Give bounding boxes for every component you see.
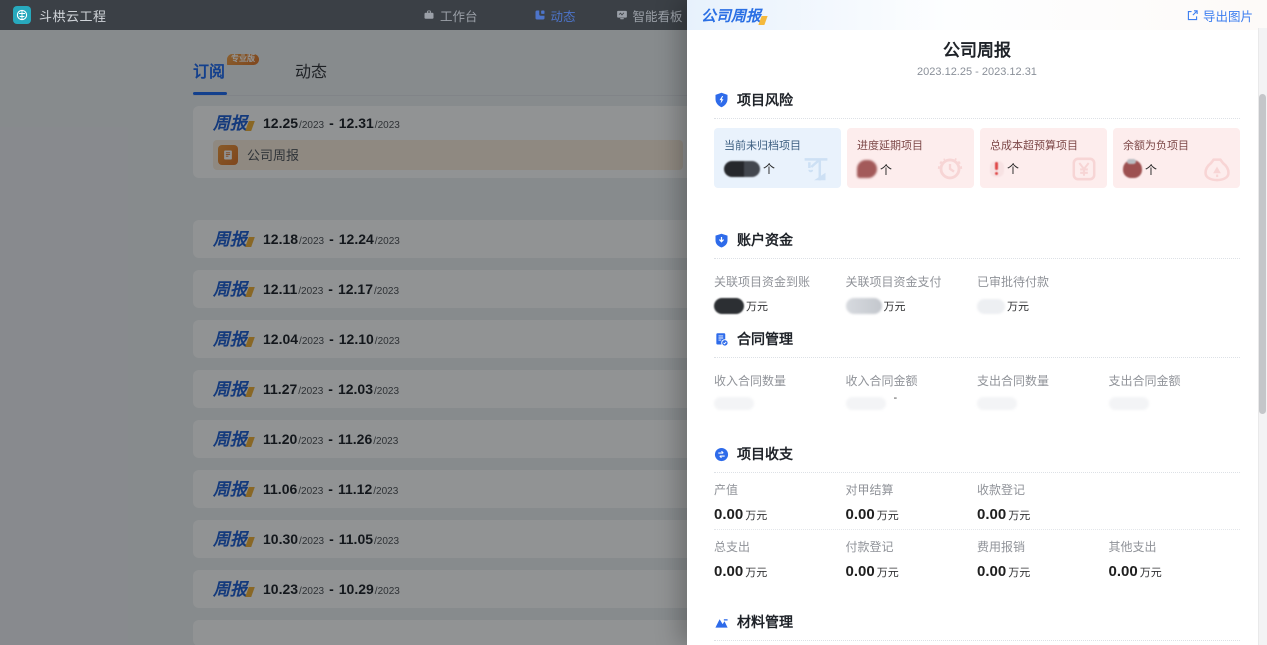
stat-expense-contract-count: 支出合同数量 [977, 372, 1109, 410]
crane-icon [797, 148, 835, 186]
company-weekly-report-drawer: 公司周报 导出图片 公司周报 2023.12.25 - 2023.12.31 项… [687, 0, 1267, 645]
drawer-header: 公司周报 导出图片 [687, 0, 1267, 30]
stat-payment-register: 付款登记 0.00万元 [846, 538, 978, 580]
nav-item-workbench[interactable]: 工作台 [423, 6, 478, 25]
redacted-value [846, 298, 882, 314]
risk-card-schedule-delay: 进度延期项目 个 [847, 128, 974, 188]
shield-icon [714, 92, 729, 108]
balance-income-row: 产值 0.00万元 对甲结算 0.00万元 收款登记 0.00万元 [714, 481, 1240, 523]
nav-menu: 工作台 动态 智能看板 专业版 [423, 0, 720, 30]
moneybag-icon [1200, 152, 1234, 186]
app-window: 斗栱云工程 工作台 动态 智能看板 专业版 [0, 0, 1267, 645]
app-logo-icon [13, 6, 31, 24]
stat-income-contract-amount: 收入合同金额 - [846, 372, 978, 410]
redacted-value [724, 161, 760, 177]
risk-cards: 当前未归档项目 个 进度延期项目 个 总成本超预算项 [714, 128, 1240, 188]
report-title: 公司周报 [687, 36, 1267, 61]
funds-stats: 关联项目资金到账 万元 关联项目资金支付 万元 已审批待付款 万元 [714, 273, 1240, 314]
stat-expense-reimburse: 费用报销 0.00万元 [977, 538, 1109, 580]
balance-expense-row: 总支出 0.00万元 付款登记 0.00万元 费用报销 0.00万元 其他支出 … [714, 538, 1240, 580]
risk-card-negative-balance: 余额为负项目 个 [1113, 128, 1240, 188]
section-project-risk: 项目风险 当前未归档项目 个 进度延期项目 个 [714, 90, 1240, 188]
export-icon [1186, 9, 1199, 22]
section-contract-management: 合同管理 收入合同数量 收入合同金额 - 支出合同数量 [714, 329, 1240, 410]
risk-card-cost-overrun: 总成本超预算项目 个 [980, 128, 1107, 188]
redacted-value [1109, 397, 1149, 410]
drawer-scrollbar-track[interactable] [1258, 28, 1267, 645]
workbench-icon [423, 9, 435, 21]
stat-income-contract-count: 收入合同数量 [714, 372, 846, 410]
stat-expense-contract-amount: 支出合同金额 [1109, 372, 1241, 410]
redacted-value [714, 397, 754, 410]
section-material-management: 材料管理 采购订单数量 0个 采购订单金额 0.00万元 入库单金额 0.00万… [714, 612, 1240, 645]
drawer-scrollbar-thumb[interactable] [1259, 94, 1266, 414]
stat-funds-received: 关联项目资金到账 万元 [714, 273, 846, 314]
material-pile-icon [714, 615, 729, 630]
stat-owner-settlement: 对甲结算 0.00万元 [846, 481, 978, 523]
risk-card-unarchived: 当前未归档项目 个 [714, 128, 841, 188]
wallet-icon [714, 233, 729, 248]
activity-icon [534, 9, 546, 21]
contract-icon [714, 332, 729, 347]
export-image-button[interactable]: 导出图片 [1186, 6, 1253, 25]
report-date-range: 2023.12.25 - 2023.12.31 [687, 66, 1267, 78]
exchange-icon [714, 447, 729, 462]
stat-approved-pending: 已审批待付款 万元 [977, 273, 1109, 314]
redacted-value [1123, 160, 1142, 178]
app-brand-name: 斗栱云工程 [39, 6, 107, 25]
section-project-balance: 项目收支 产值 0.00万元 对甲结算 0.00万元 收款登记 0.00万元 [714, 444, 1240, 580]
redacted-value [857, 160, 877, 178]
stat-output-value: 产值 0.00万元 [714, 481, 846, 523]
dashboard-icon [616, 9, 628, 21]
clock-icon [932, 150, 968, 186]
stat-receipt-register: 收款登记 0.00万元 [977, 481, 1109, 523]
redacted-value [714, 298, 744, 314]
app-brand[interactable]: 斗栱云工程 [13, 6, 107, 25]
stat-funds-paid: 关联项目资金支付 万元 [846, 273, 978, 314]
yuan-icon [1067, 152, 1101, 186]
redacted-value [977, 299, 1005, 314]
report-body: 项目风险 当前未归档项目 个 进度延期项目 个 [687, 90, 1267, 645]
stat-total-expense: 总支出 0.00万元 [714, 538, 846, 580]
contract-stats: 收入合同数量 收入合同金额 - 支出合同数量 支出合同金额 [714, 372, 1240, 410]
redacted-value [846, 397, 886, 410]
section-account-funds: 账户资金 关联项目资金到账 万元 关联项目资金支付 万元 已审批待付款 万元 [714, 230, 1240, 314]
redacted-value [990, 161, 1004, 177]
company-weekly-report-logo: 公司周报 [701, 5, 766, 26]
stat-other-expense: 其他支出 0.00万元 [1109, 538, 1241, 580]
redacted-value [977, 397, 1017, 410]
nav-item-activity[interactable]: 动态 [534, 6, 576, 25]
